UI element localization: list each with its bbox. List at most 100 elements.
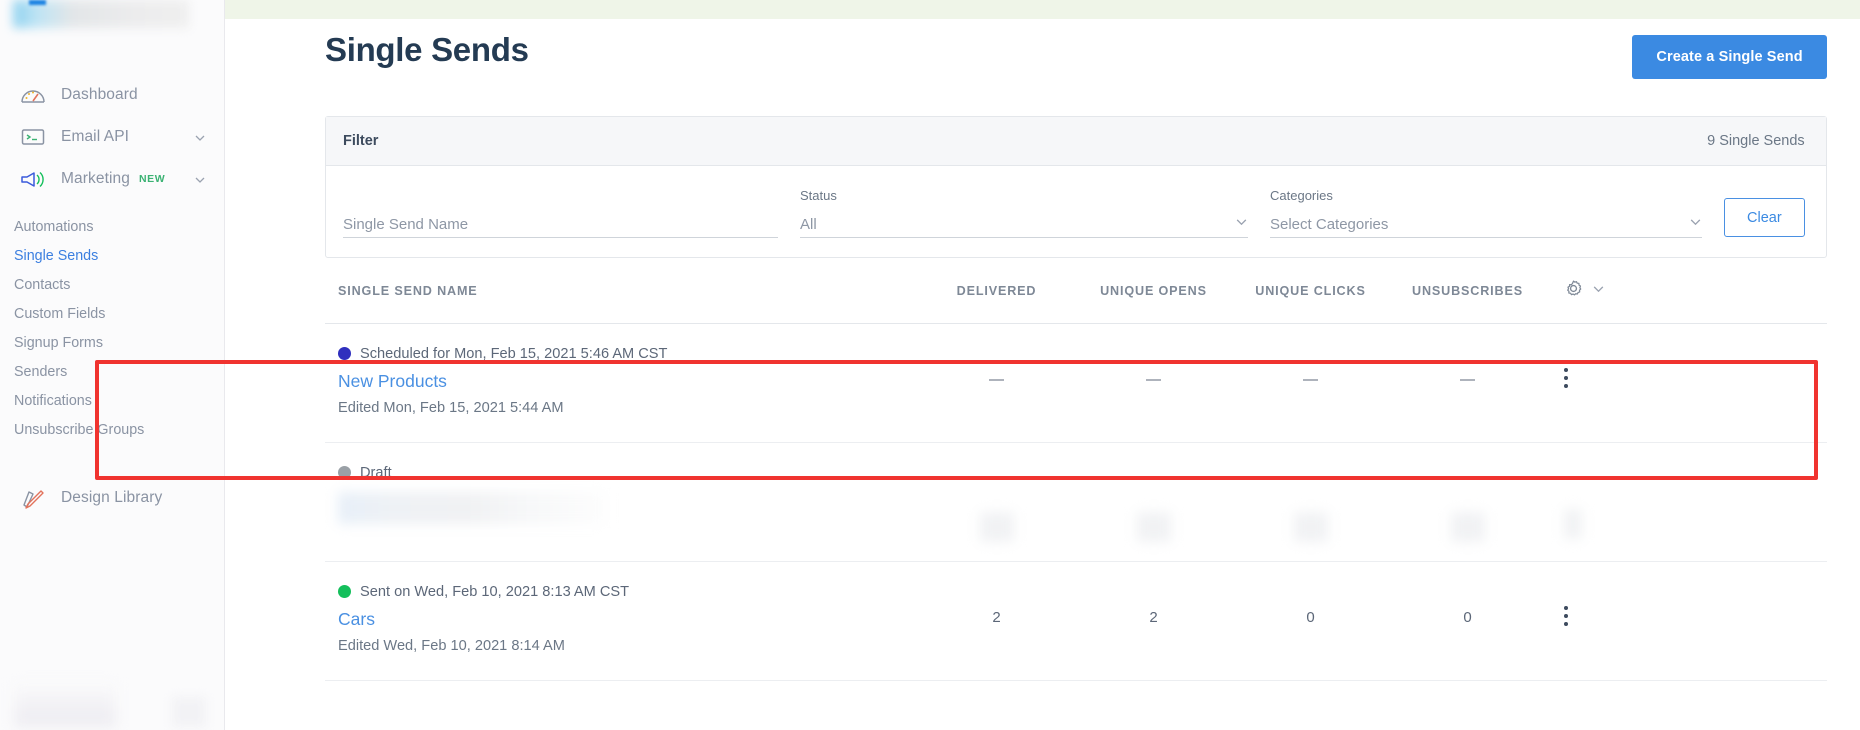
sidebar-item-design-library[interactable]: Design Library (0, 477, 224, 519)
cell-unsubscribes (1389, 462, 1546, 542)
sidebar-subitem-label: Senders (14, 363, 68, 380)
cell-delivered (918, 462, 1075, 542)
table-header-row: SINGLE SEND NAME DELIVERED UNIQUE OPENS … (325, 258, 1827, 324)
sidebar-subitem-label: Signup Forms (14, 334, 103, 351)
row-actions[interactable] (1546, 343, 1827, 388)
table-row[interactable]: Sent on Wed, Feb 10, 2021 8:13 AM CST Ca… (325, 562, 1827, 681)
row-status: Scheduled for Mon, Feb 15, 2021 5:46 AM … (338, 343, 918, 364)
chevron-down-icon[interactable] (1689, 215, 1702, 233)
chevron-down-icon[interactable] (194, 131, 206, 143)
cell-delivered: 2 (992, 609, 1001, 626)
sidebar-item-single-sends[interactable]: Single Sends (0, 241, 224, 270)
single-send-count: 9 Single Sends (1707, 133, 1805, 149)
single-send-link[interactable]: New Products (338, 371, 447, 392)
sidebar-item-email-api[interactable]: Email API (0, 116, 224, 158)
filter-categories-label: Categories (1270, 188, 1333, 203)
kebab-menu-icon[interactable] (1564, 368, 1569, 388)
row-name-cell: Sent on Wed, Feb 10, 2021 8:13 AM CST Ca… (338, 581, 918, 654)
new-badge: NEW (138, 173, 166, 185)
sidebar-item-label: Dashboard (61, 86, 138, 103)
row-actions[interactable] (1546, 581, 1827, 626)
sidebar-item-signup-forms[interactable]: Signup Forms (0, 328, 224, 357)
row-status-text: Scheduled for Mon, Feb 15, 2021 5:46 AM … (360, 345, 668, 362)
sidebar-marketing-submenu: Automations Single Sends Contacts Custom… (0, 212, 224, 444)
filter-name-label (343, 188, 778, 204)
clear-filters-button[interactable]: Clear (1724, 198, 1805, 237)
filter-panel-header: Filter 9 Single Sends (326, 117, 1826, 166)
chevron-down-icon[interactable] (1592, 282, 1605, 300)
filter-title: Filter (343, 133, 379, 149)
sidebar-subitem-label: Notifications (14, 392, 92, 409)
filter-panel: Filter 9 Single Sends Single Send Name S… (325, 116, 1827, 258)
gauge-icon (19, 82, 47, 108)
cell-unique-clicks (1232, 462, 1389, 542)
create-single-send-button[interactable]: Create a Single Send (1632, 35, 1827, 79)
sidebar-item-notifications[interactable]: Notifications (0, 386, 224, 415)
sidebar-item-label: Design Library (61, 489, 163, 506)
megaphone-icon (19, 166, 47, 192)
column-header-name: SINGLE SEND NAME (338, 283, 478, 298)
filter-panel-body: Single Send Name Status All Categories S… (326, 166, 1826, 257)
sidebar-item-senders[interactable]: Senders (0, 357, 224, 386)
sidebar-subitem-label: Automations (14, 218, 94, 235)
filter-name-input[interactable]: Single Send Name (343, 211, 778, 238)
cell-unique-opens: 2 (1149, 609, 1158, 626)
sidebar-item-custom-fields[interactable]: Custom Fields (0, 299, 224, 328)
sidebar-item-unsubscribe-groups[interactable]: Unsubscribe Groups (0, 415, 224, 444)
chevron-down-icon[interactable] (1235, 215, 1248, 233)
status-dot-sent (338, 585, 351, 598)
sidebar-subitem-label: Custom Fields (14, 305, 106, 322)
filter-categories-value: Select Categories (1270, 215, 1389, 233)
sidebar-item-automations[interactable]: Automations (0, 212, 224, 241)
kebab-menu-icon[interactable] (1564, 606, 1569, 626)
sidebar-item-label: Marketing (61, 170, 130, 187)
logo-accent-tab (29, 0, 46, 5)
cell-unique-clicks: — (1303, 371, 1318, 388)
sidebar-item-dashboard[interactable]: Dashboard (0, 74, 224, 116)
gear-icon[interactable] (1564, 279, 1583, 303)
sidebar-item-label: Email API (61, 128, 130, 145)
page-header: Single Sends Create a Single Send (225, 19, 1860, 79)
row-edited-text: Edited Mon, Feb 15, 2021 5:44 AM (338, 400, 564, 416)
filter-name-placeholder: Single Send Name (343, 215, 469, 233)
cell-unique-opens: — (1146, 371, 1161, 388)
sidebar-subitem-label: Single Sends (14, 247, 99, 264)
sidebar-item-contacts[interactable]: Contacts (0, 270, 224, 299)
single-sends-table: SINGLE SEND NAME DELIVERED UNIQUE OPENS … (325, 258, 1827, 681)
single-send-link[interactable]: Cars (338, 609, 375, 630)
table-row[interactable]: Scheduled for Mon, Feb 15, 2021 5:46 AM … (325, 324, 1827, 443)
cell-delivered: — (989, 371, 1004, 388)
cell-unsubscribes: — (1460, 371, 1475, 388)
filter-status-select[interactable]: All (800, 211, 1248, 238)
status-dot-scheduled (338, 347, 351, 360)
filter-categories-select[interactable]: Select Categories (1270, 211, 1702, 238)
sidebar-item-marketing[interactable]: Marketing NEW (0, 158, 224, 200)
cell-unsubscribes: 0 (1463, 609, 1472, 626)
row-actions[interactable] (1546, 462, 1827, 539)
row-status: Sent on Wed, Feb 10, 2021 8:13 AM CST (338, 581, 918, 602)
row-name-cell: Draft (338, 462, 918, 524)
cell-redacted (1136, 512, 1171, 542)
row-name-cell: Scheduled for Mon, Feb 15, 2021 5:46 AM … (338, 343, 918, 416)
filter-status-field-wrap: Status All (800, 188, 1248, 238)
filter-status-value: All (800, 215, 817, 233)
cell-unique-opens (1075, 462, 1232, 542)
row-status-text: Draft (360, 464, 392, 481)
column-header-delivered: DELIVERED (956, 283, 1037, 298)
table-settings-control[interactable] (1546, 279, 1827, 303)
chevron-down-icon[interactable] (194, 173, 206, 185)
filter-status-label: Status (800, 188, 837, 203)
column-header-unique-opens: UNIQUE OPENS (1100, 283, 1207, 298)
table-row[interactable]: Draft (325, 443, 1827, 562)
page-title: Single Sends (325, 31, 529, 68)
sidebar-footer-redacted-secondary (172, 697, 206, 727)
row-edited-text: Edited Wed, Feb 10, 2021 8:14 AM (338, 638, 565, 654)
cell-redacted (979, 512, 1014, 542)
sidebar-footer-redacted (14, 683, 116, 727)
row-status-text: Sent on Wed, Feb 10, 2021 8:13 AM CST (360, 583, 630, 600)
sidebar-subitem-label: Unsubscribe Groups (14, 421, 145, 438)
cell-redacted (1450, 512, 1485, 542)
ruler-pencil-icon (19, 485, 47, 511)
top-notification-banner (225, 0, 1860, 19)
sidebar-primary-nav: Dashboard Email API Marketing NEW Automa… (0, 74, 224, 519)
